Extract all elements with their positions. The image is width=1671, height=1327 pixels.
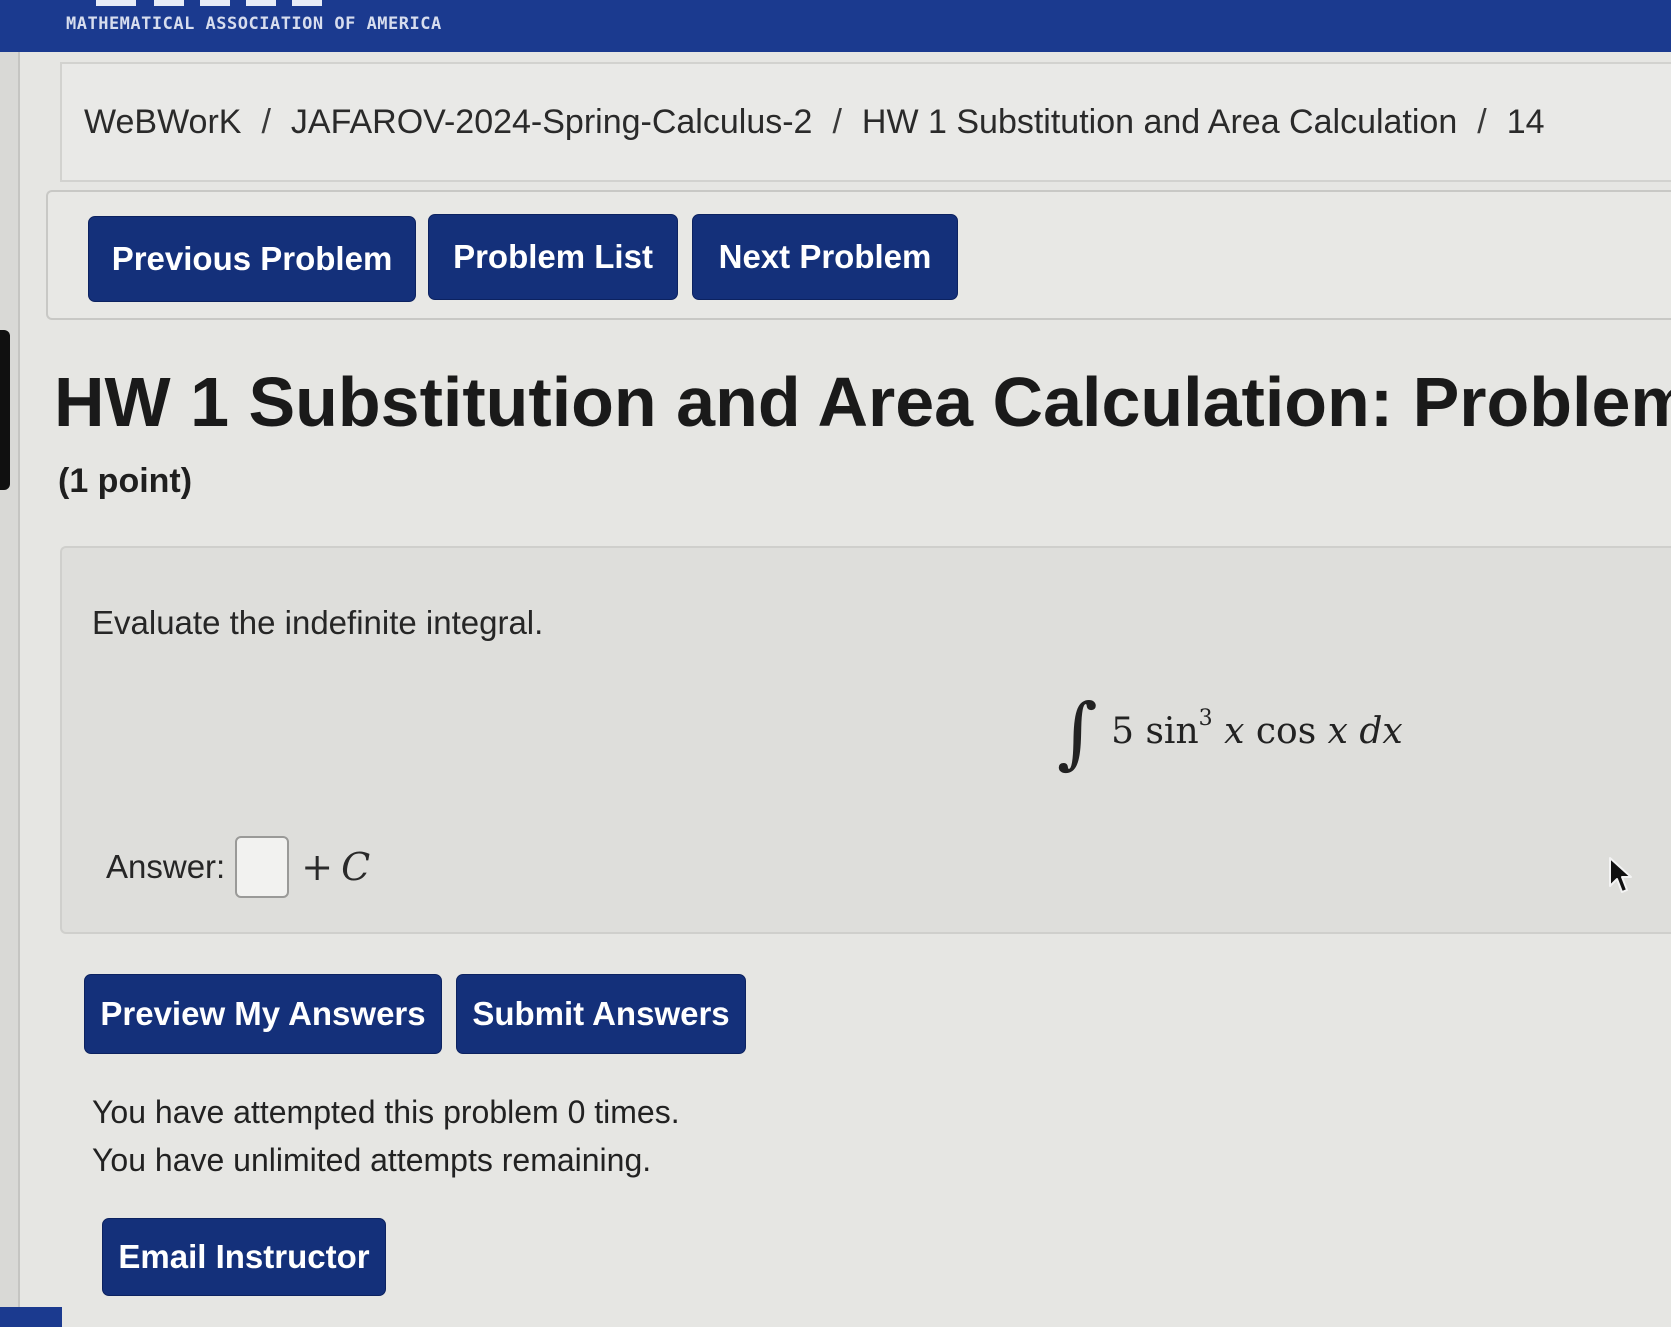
preview-answers-button[interactable]: Preview My Answers	[84, 974, 442, 1054]
problem-body: Evaluate the indefinite integral. ∫ 5 si…	[60, 546, 1671, 934]
problem-list-button[interactable]: Problem List	[428, 214, 678, 300]
integral-var: x	[1327, 711, 1348, 752]
mouse-pointer-icon	[1609, 857, 1632, 893]
constant-c: C	[341, 845, 371, 889]
attempts-count-text: You have attempted this problem 0 times.	[92, 1094, 680, 1130]
attempts-remaining-text: You have unlimited attempts remaining.	[92, 1142, 652, 1178]
problem-nav-bar: Previous Problem Problem List Next Probl…	[46, 190, 1671, 320]
breadcrumb: WeBWorK / JAFAROV-2024-Spring-Calculus-2…	[60, 62, 1671, 182]
integral-var: x	[1224, 711, 1245, 752]
integral-power: 3	[1198, 706, 1213, 731]
breadcrumb-separator: /	[1477, 102, 1487, 141]
org-name: MATHEMATICAL ASSOCIATION OF AMERICA	[66, 14, 442, 34]
breadcrumb-separator: /	[832, 102, 842, 141]
integral-func-sin: sin	[1145, 711, 1199, 752]
answer-row: Answer: + C	[106, 836, 370, 898]
breadcrumb-link-course[interactable]: JAFAROV-2024-Spring-Calculus-2	[291, 103, 813, 142]
main-content: WeBWorK / JAFAROV-2024-Spring-Calculus-2…	[18, 52, 1671, 1327]
previous-problem-button[interactable]: Previous Problem	[88, 216, 416, 302]
top-header-bar: MATHEMATICAL ASSOCIATION OF AMERICA	[0, 0, 1671, 52]
email-instructor-button[interactable]: Email Instructor	[102, 1218, 386, 1296]
footer-tab	[0, 1307, 62, 1327]
answer-label: Answer:	[106, 848, 226, 885]
problem-points: (1 point)	[58, 462, 193, 500]
integral-coefficient: 5	[1111, 711, 1134, 752]
integral-sign: ∫	[1057, 688, 1098, 778]
left-edge-tab	[0, 330, 10, 490]
breadcrumb-current-problem: 14	[1506, 102, 1545, 141]
submit-answers-button[interactable]: Submit Answers	[456, 974, 746, 1054]
breadcrumb-link-set[interactable]: HW 1 Substitution and Area Calculation	[862, 103, 1457, 142]
constant-of-integration: + C	[301, 845, 370, 889]
plus-sign: +	[301, 845, 334, 889]
integral-differential: dx	[1359, 711, 1403, 752]
problem-title: HW 1 Substitution and Area Calculation: …	[54, 363, 1671, 441]
next-problem-button[interactable]: Next Problem	[692, 214, 958, 300]
problem-prompt: Evaluate the indefinite integral.	[92, 604, 544, 641]
maa-logo-mark	[96, 0, 356, 6]
answer-input[interactable]	[235, 836, 290, 898]
breadcrumb-separator: /	[261, 102, 271, 141]
breadcrumb-link-webwork[interactable]: WeBWorK	[84, 103, 241, 142]
integral-func-cos: cos	[1255, 711, 1317, 752]
integral-expression: ∫ 5 sin3 x cos x dx	[1057, 688, 1403, 778]
attempts-status: You have attempted this problem 0 times.…	[92, 1088, 680, 1184]
